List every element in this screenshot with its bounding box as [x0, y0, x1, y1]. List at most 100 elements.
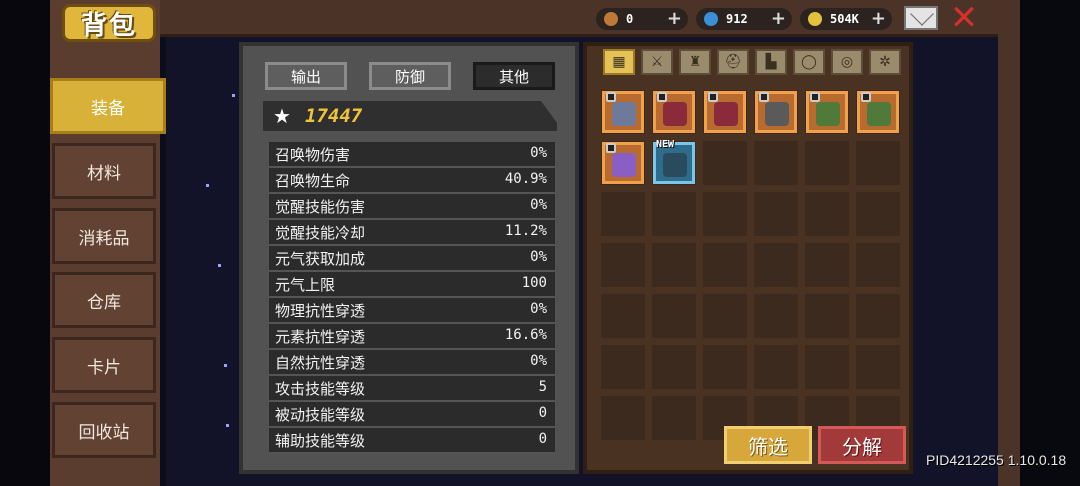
inventory-slot[interactable]: NEW [652, 139, 696, 185]
grid-icon[interactable]: ▦ [603, 49, 635, 75]
inventory-item[interactable] [653, 91, 695, 133]
gauntlet-icon [765, 102, 789, 126]
inventory-slot[interactable] [652, 396, 696, 440]
inventory-item[interactable] [806, 91, 848, 133]
inventory-slot[interactable] [601, 294, 645, 338]
stat-row: 觉醒技能伤害 0% [269, 194, 555, 220]
ring-icon[interactable]: ◯ [793, 49, 825, 75]
inventory-item[interactable] [755, 91, 797, 133]
amulet-icon[interactable]: ◎ [831, 49, 863, 75]
tab-other[interactable]: 其他 [473, 62, 555, 90]
inventory-slot[interactable] [856, 90, 900, 134]
tab-defense[interactable]: 防御 [369, 62, 451, 90]
inventory-slot[interactable] [703, 141, 747, 185]
stat-row: 元气获取加成 0% [269, 246, 555, 272]
inventory-slot[interactable] [652, 345, 696, 389]
sidebar-item-recycle-bin[interactable]: 回收站 [52, 402, 156, 458]
gear-icon[interactable]: ✲ [869, 49, 901, 75]
inventory-slot[interactable] [805, 192, 849, 236]
energy-value: 0 [626, 12, 634, 26]
inventory-slot[interactable] [601, 90, 645, 134]
background-left [0, 0, 50, 486]
armor-icon [663, 102, 687, 126]
player-id-version: PID4212255 1.10.0.18 [926, 452, 1067, 468]
tab-output[interactable]: 输出 [265, 62, 347, 90]
close-icon[interactable]: ✕ [948, 1, 980, 35]
inventory-slot[interactable] [652, 294, 696, 338]
boots-icon[interactable]: ▙ [755, 49, 787, 75]
inventory-slot[interactable] [601, 141, 645, 185]
armor-icon[interactable]: ♜ [679, 49, 711, 75]
star-icon: ★ [273, 104, 291, 128]
stats-panel: 输出 防御 其他 ★ 17447 召唤物伤害 0% 召唤物生命 40.9% 觉醒技能… [239, 42, 579, 474]
inventory-item[interactable] [857, 91, 899, 133]
inventory-slot[interactable] [805, 345, 849, 389]
stat-label: 召唤物生命 [275, 172, 351, 190]
inventory-slot[interactable] [754, 294, 798, 338]
inventory-item[interactable] [602, 142, 644, 184]
mail-icon[interactable] [904, 6, 938, 30]
inventory-item[interactable]: NEW [653, 139, 695, 184]
inventory-slot[interactable] [601, 192, 645, 236]
helmet-icon[interactable]: ⛑ [717, 49, 749, 75]
inventory-slot[interactable] [601, 345, 645, 389]
inventory-slot[interactable] [601, 396, 645, 440]
inventory-slot[interactable] [652, 90, 696, 134]
inventory-slot[interactable] [652, 192, 696, 236]
armor-icon [714, 102, 738, 126]
inventory-slot[interactable] [805, 141, 849, 185]
lock-icon [606, 92, 616, 102]
sidebar-item-cards[interactable]: 卡片 [52, 337, 156, 393]
inventory-slot[interactable] [703, 90, 747, 134]
stat-label: 元素抗性穿透 [275, 328, 366, 346]
stat-row: 召唤物伤害 0% [269, 142, 555, 168]
sword-icon[interactable]: ⚔ [641, 49, 673, 75]
inventory-slot[interactable] [856, 192, 900, 236]
amulet-icon [663, 153, 687, 177]
decompose-button[interactable]: 分解 [818, 426, 906, 464]
inventory-slot[interactable] [703, 345, 747, 389]
inventory-slot[interactable] [856, 345, 900, 389]
sidebar-item-equipment[interactable]: 装备 [50, 78, 166, 134]
new-badge: NEW [656, 139, 675, 150]
lock-icon [657, 92, 667, 102]
add-gold-button[interactable]: + [871, 8, 886, 30]
inventory-slot[interactable] [754, 345, 798, 389]
inventory-slot[interactable] [805, 243, 849, 287]
power-score-bar: ★ 17447 [263, 101, 563, 131]
inventory-slot[interactable] [754, 90, 798, 134]
gauntlet-icon [612, 102, 636, 126]
inventory-slot[interactable] [856, 294, 900, 338]
inventory-slot[interactable] [856, 141, 900, 185]
inventory-slot[interactable] [805, 90, 849, 134]
inventory-slot[interactable] [703, 294, 747, 338]
filter-button[interactable]: 筛选 [724, 426, 812, 464]
stat-row: 物理抗性穿透 0% [269, 298, 555, 324]
power-score: 17447 [305, 105, 363, 127]
inventory-slot[interactable] [754, 141, 798, 185]
stat-value: 11.2% [504, 223, 547, 239]
add-gems-button[interactable]: + [771, 8, 786, 30]
sidebar-item-consumables[interactable]: 消耗品 [52, 208, 156, 264]
energy-icon [604, 12, 618, 26]
stat-value: 0 [538, 431, 547, 447]
inventory-slot[interactable] [805, 294, 849, 338]
inventory-slot[interactable] [601, 243, 645, 287]
inventory-slot[interactable] [703, 192, 747, 236]
star-decoration [226, 424, 229, 427]
inventory-slot[interactable] [856, 243, 900, 287]
star-decoration [206, 184, 209, 187]
inventory-slot[interactable] [754, 243, 798, 287]
stat-row: 被动技能等级 0 [269, 402, 555, 428]
sidebar-item-warehouse[interactable]: 仓库 [52, 272, 156, 328]
inventory-item[interactable] [602, 91, 644, 133]
ring-icon [612, 153, 636, 177]
add-energy-button[interactable]: + [667, 8, 682, 30]
inventory-item[interactable] [704, 91, 746, 133]
stat-row: 召唤物生命 40.9% [269, 168, 555, 194]
inventory-slot[interactable] [754, 192, 798, 236]
star-decoration [218, 264, 221, 267]
inventory-slot[interactable] [652, 243, 696, 287]
inventory-slot[interactable] [703, 243, 747, 287]
sidebar-item-materials[interactable]: 材料 [52, 143, 156, 199]
